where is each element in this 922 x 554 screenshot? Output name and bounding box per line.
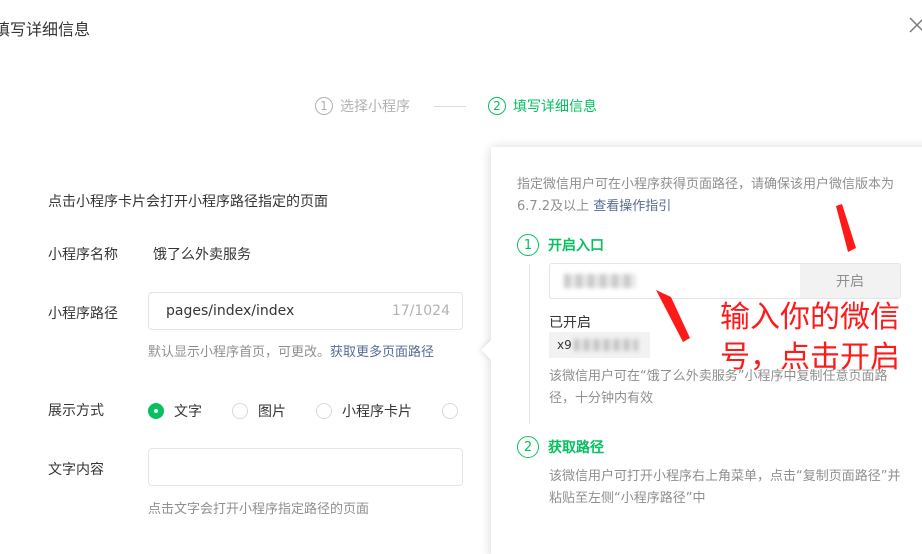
text-content-input[interactable]: [148, 448, 463, 486]
miniprogram-path-input[interactable]: pages/index/index 17/1024: [148, 292, 463, 330]
enabled-label: 已开启: [549, 315, 591, 331]
text-content-hint: 点击文字会打开小程序指定路径的页面: [148, 502, 370, 517]
radio-label: 小程序卡片: [342, 404, 412, 420]
redacted-user: [573, 339, 638, 351]
radio-dot[interactable]: [148, 403, 164, 419]
radio-label: 文字: [174, 404, 202, 420]
form-hint: 点击小程序卡片会打开小程序路径指定的页面: [48, 194, 328, 210]
more-paths-link[interactable]: 获取更多页面路径: [330, 345, 434, 360]
miniprogram-path-label: 小程序路径: [48, 306, 118, 322]
step-select-miniprogram: 1 选择小程序: [315, 96, 410, 116]
step-connector: [529, 264, 530, 424]
operation-guide-link[interactable]: 查看操作指引: [593, 199, 671, 214]
display-mode-label: 展示方式: [48, 403, 104, 419]
enabled-user-tag: x9: [549, 332, 650, 358]
step-divider: [434, 105, 466, 107]
enable-button[interactable]: 开启: [800, 264, 900, 298]
close-icon[interactable]: [908, 16, 922, 34]
dialog-title: 填写详细信息: [0, 20, 91, 39]
step-fill-details: 2 填写详细信息: [488, 96, 597, 116]
step-label: 获取路径: [548, 440, 604, 456]
step-indicator: 1 选择小程序 2 填写详细信息: [315, 96, 597, 116]
miniprogram-name-label: 小程序名称: [48, 247, 118, 263]
popover-description: 指定微信用户可在小程序获得页面路径，请确保该用户微信版本为6.7.2及以上 查看…: [517, 174, 909, 218]
step2-note: 该微信用户可打开小程序右上角菜单，点击“复制页面路径”并粘贴至左侧“小程序路径”…: [549, 469, 901, 506]
step-number: 2: [517, 436, 539, 458]
step-number: 1: [315, 97, 333, 115]
step-label: 选择小程序: [340, 99, 410, 115]
radio-dot[interactable]: [232, 403, 248, 419]
radio-dot[interactable]: [316, 403, 332, 419]
step-number: 2: [488, 97, 506, 115]
popover-desc-text: 指定微信用户可在小程序获得页面路径，请确保该用户微信版本为6.7.2及以上: [517, 177, 895, 214]
annotation-line-2: 号，点击开启: [720, 340, 900, 375]
path-char-count: 17/1024: [391, 303, 450, 319]
annotation-line-1: 输入你的微信: [720, 300, 900, 335]
wechat-id-input[interactable]: 开启: [549, 263, 901, 299]
path-input-value[interactable]: pages/index/index: [166, 303, 392, 319]
radio-label: 图片: [258, 404, 286, 420]
red-annotation: 输入你的微信 号，点击开启: [720, 298, 900, 378]
text-content-label: 文字内容: [48, 462, 104, 478]
radio-image[interactable]: 图片: [232, 401, 286, 421]
enabled-user-prefix: x9: [557, 338, 572, 352]
radio-text[interactable]: 文字: [148, 401, 202, 421]
radio-dot[interactable]: [442, 403, 458, 419]
display-mode-radios: 文字 图片 小程序卡片: [148, 401, 498, 421]
step-label: 填写详细信息: [513, 99, 597, 115]
path-hint: 默认显示小程序首页，可更改。获取更多页面路径: [148, 341, 434, 360]
radio-card[interactable]: 小程序卡片: [316, 401, 412, 421]
popover-step-enable: 1 开启入口: [517, 234, 604, 256]
popover-step-get-path: 2 获取路径: [517, 436, 604, 458]
path-hint-text: 默认显示小程序首页，可更改。: [148, 345, 331, 360]
step-label: 开启入口: [548, 238, 604, 254]
radio-hidden-option[interactable]: [442, 403, 468, 419]
redacted-wechat-id: [564, 274, 636, 288]
step-number: 1: [517, 234, 539, 256]
miniprogram-name-value: 饿了么外卖服务: [153, 247, 251, 263]
